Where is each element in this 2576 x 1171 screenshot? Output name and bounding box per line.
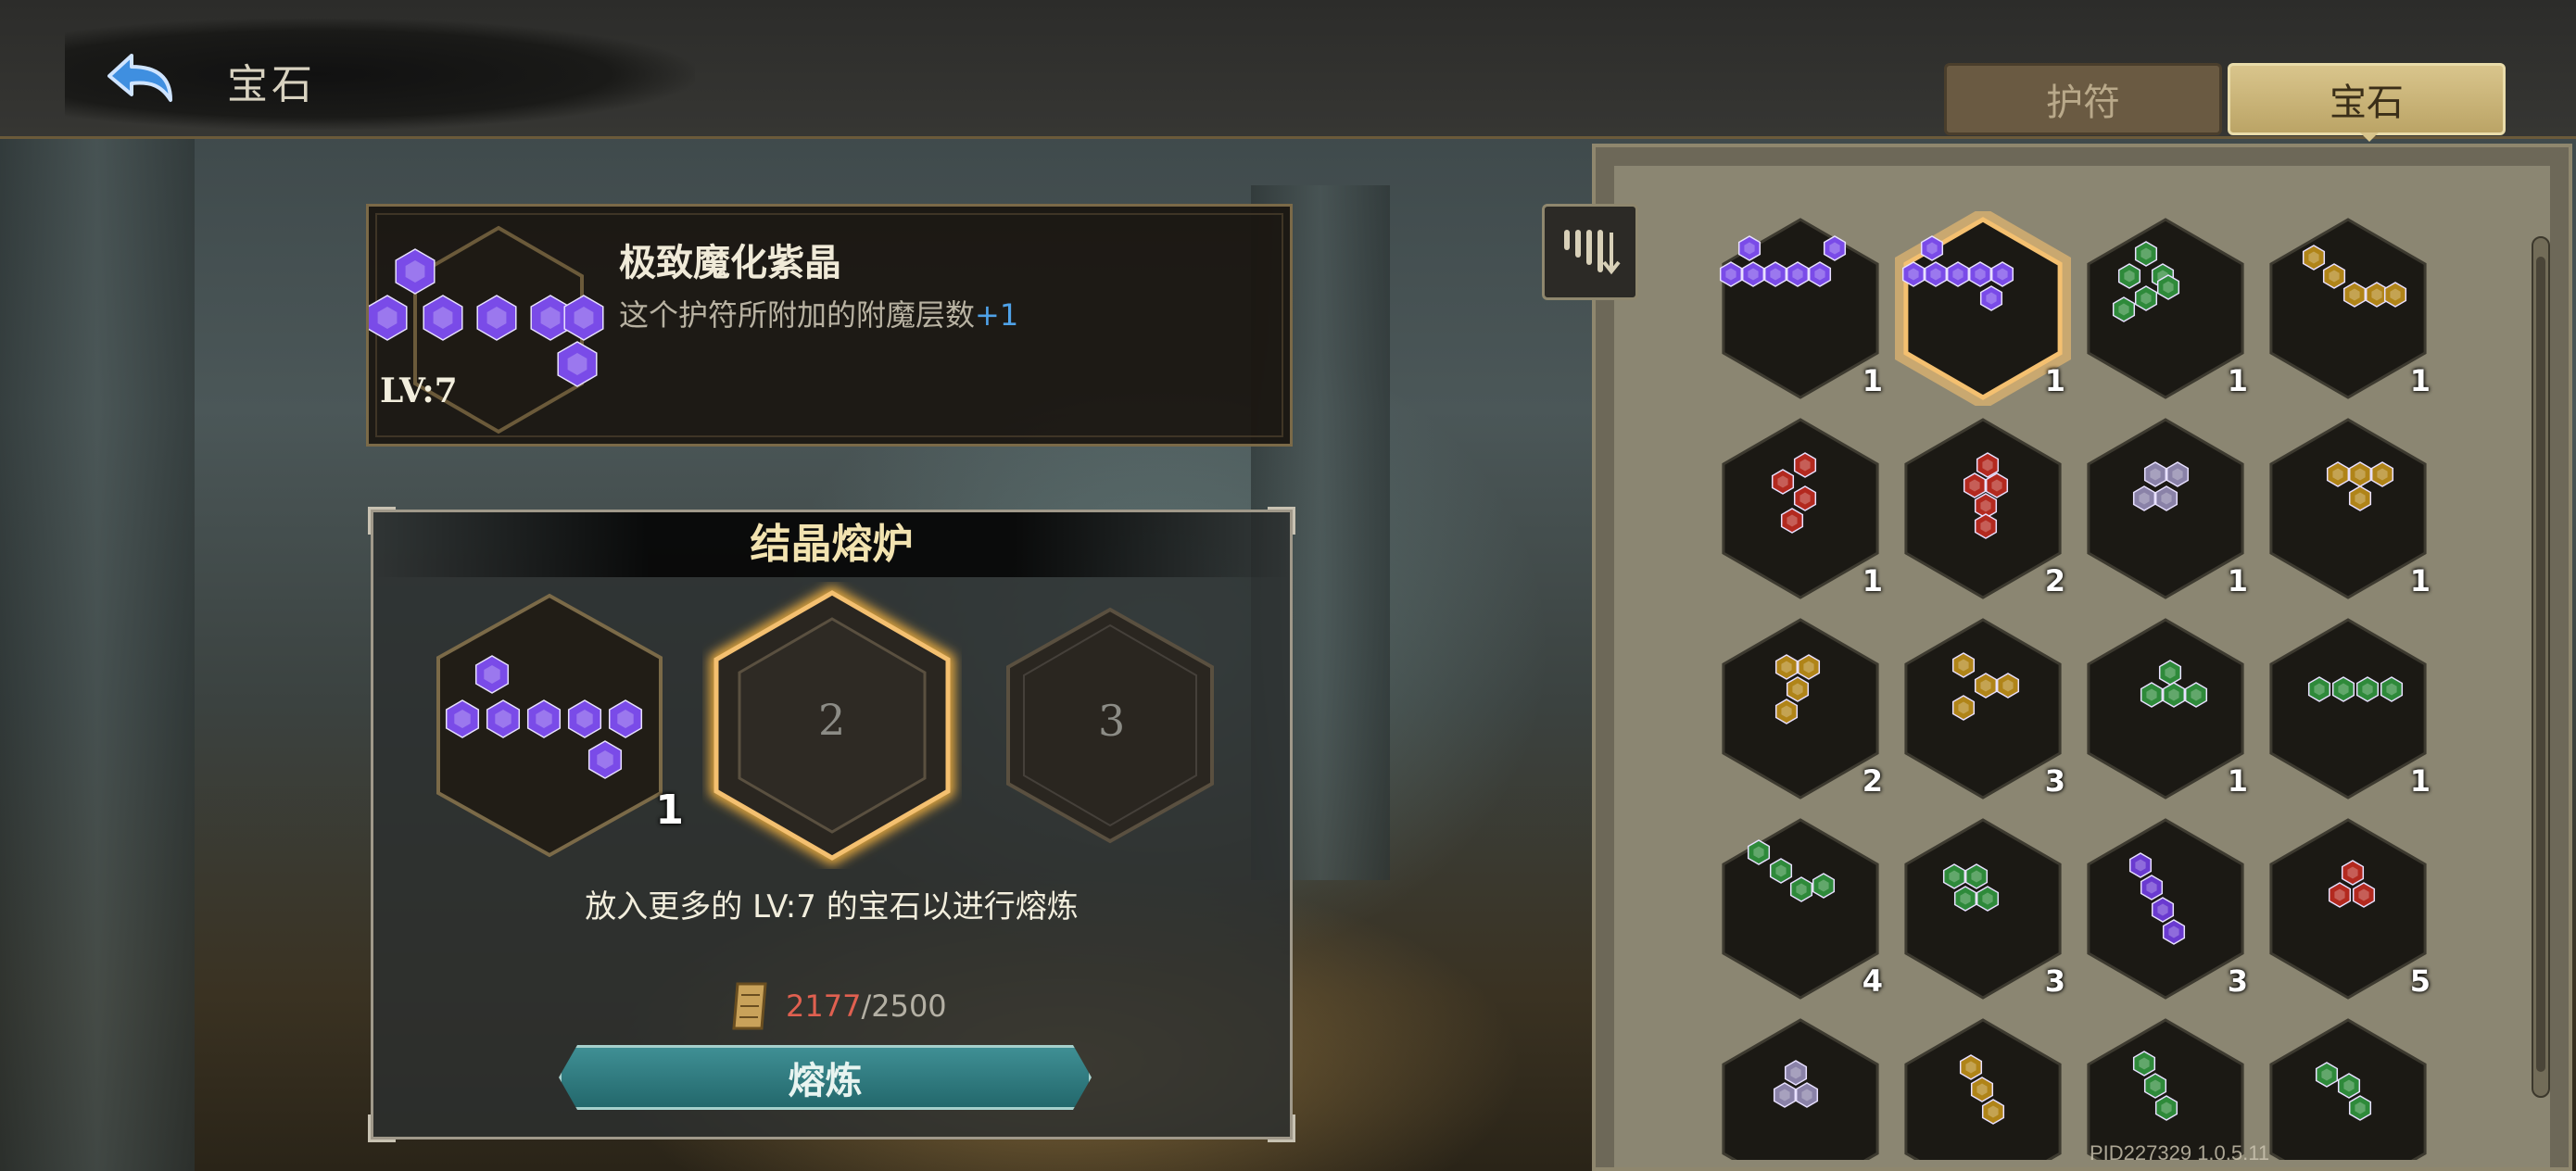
gem-count: 1	[1862, 363, 1883, 398]
gem-count: 1	[2227, 763, 2248, 799]
gem-count: 5	[2409, 963, 2431, 999]
gem-count: 3	[2227, 963, 2248, 999]
gem-count: 1	[2227, 363, 2248, 398]
back-button[interactable]	[97, 42, 190, 116]
smelt-cost: 2177/2500	[730, 980, 947, 1032]
build-id: PID227329 1.0.5.11	[2090, 1141, 2270, 1165]
gem-description: 这个护符所附加的附魔层数+1	[619, 292, 1018, 334]
corner-ornament	[1268, 1114, 1295, 1142]
gem-count: 1	[2409, 563, 2431, 598]
cost-current: 2177	[786, 988, 862, 1024]
inventory-gem-item[interactable]: 3	[2077, 812, 2254, 1006]
slot-number: 3	[1098, 696, 1126, 746]
gem-slot-frame	[2087, 218, 2244, 399]
inventory-gem-item[interactable]: 2	[1895, 411, 2071, 606]
cost-max: /2500	[861, 988, 947, 1024]
gem-slot-frame	[1904, 618, 2062, 800]
furnace-title: 结晶熔炉	[373, 512, 1290, 577]
furnace-slot-3[interactable]: 3	[1004, 605, 1217, 846]
gem-count: 3	[2044, 963, 2065, 999]
crystal-furnace-panel: 结晶熔炉 1 2 3 放入更多的 LV:7 的宝石以进行熔炼 2177/2500…	[368, 507, 1295, 1142]
gem-count: 1	[2227, 563, 2248, 598]
inventory-gem-item[interactable]: 1	[1712, 211, 1888, 406]
gem-count: 1	[1862, 563, 1883, 598]
gem-slot-frame	[1722, 818, 1879, 1000]
inventory-gem-item[interactable]: 1	[2077, 411, 2254, 606]
scrollbar-thumb[interactable]	[2536, 257, 2545, 1072]
inventory-gem-item[interactable]: 1	[2260, 411, 2436, 606]
page-title: 宝石	[227, 61, 316, 108]
gem-count: 2	[2044, 563, 2065, 598]
gem-level: LV:7	[380, 371, 458, 410]
inventory-gem-item[interactable]: 4	[1712, 812, 1888, 1006]
inventory-gem-item[interactable]: 1	[2077, 211, 2254, 406]
slot-gem-cluster	[445, 655, 643, 779]
inventory-gem-item[interactable]: 1	[2260, 611, 2436, 806]
inventory-gem-item[interactable]: 2	[1712, 611, 1888, 806]
inventory-gem-item[interactable]	[2077, 1012, 2254, 1160]
inventory-gem-item[interactable]: 3	[1895, 812, 2071, 1006]
gem-slot-frame	[2269, 218, 2427, 399]
gem-slot-frame	[2269, 618, 2427, 800]
inventory-gem-item[interactable]: 1	[2077, 611, 2254, 806]
furnace-hint: 放入更多的 LV:7 的宝石以进行熔炼	[585, 888, 1079, 925]
gem-hex-icon	[2087, 1018, 2244, 1160]
gem-info-card: LV:7 极致魔化紫晶 这个护符所附加的附魔层数+1	[366, 204, 1293, 447]
furnace-slot-2[interactable]: 2	[702, 582, 962, 869]
gem-slot-frame	[1722, 618, 1879, 800]
inventory-gem-item[interactable]: 5	[2260, 812, 2436, 1006]
tab-gem[interactable]: 宝石	[2228, 63, 2506, 142]
gem-count: 1	[2044, 363, 2065, 398]
gem-count: 1	[2409, 763, 2431, 799]
inventory-gem-item[interactable]: 1	[1894, 207, 2072, 410]
inventory-gem-item[interactable]: 1	[1712, 411, 1888, 606]
slot-number: 2	[818, 695, 846, 745]
gem-slot-frame	[2269, 418, 2427, 599]
back-arrow-icon	[107, 54, 172, 102]
gem-slot-frame	[1904, 818, 2062, 1000]
slot-count: 1	[655, 787, 684, 834]
sort-icon	[1564, 230, 1621, 275]
gem-slot-frame	[2087, 618, 2244, 800]
gem-slot-frame	[1722, 418, 1879, 599]
inventory-gem-item[interactable]: 1	[2260, 211, 2436, 406]
gem-count: 1	[2409, 363, 2431, 398]
inventory-gem-item[interactable]	[2260, 1012, 2436, 1160]
inventory-gem-item[interactable]	[1895, 1012, 2071, 1160]
inventory-scrollbar[interactable]	[2532, 236, 2550, 1098]
scroll-icon	[732, 982, 767, 1030]
smelt-button[interactable]: 熔炼	[559, 1045, 1092, 1110]
gem-hex-icon	[1904, 1018, 2062, 1160]
gem-count: 4	[1862, 963, 1883, 999]
gem-name: 极致魔化紫晶	[619, 242, 841, 284]
pillar-left	[0, 139, 195, 1171]
inventory-gem-item[interactable]	[1712, 1012, 1888, 1160]
gem-count: 3	[2044, 763, 2065, 799]
gem-bonus: +1	[975, 297, 1019, 333]
gem-hex-icon	[1722, 1018, 1879, 1160]
tab-amulet[interactable]: 护符	[1944, 63, 2222, 135]
corner-ornament	[368, 1114, 396, 1142]
gem-description-text: 这个护符所附加的附魔层数	[619, 297, 976, 333]
inventory-gem-item[interactable]: 3	[1895, 611, 2071, 806]
furnace-slot-1[interactable]: 1	[434, 591, 684, 860]
gem-slot-frame	[2269, 818, 2427, 1000]
sort-button[interactable]	[1542, 204, 1638, 300]
gem-hex-icon	[2269, 1018, 2427, 1160]
gem-count: 2	[1862, 763, 1883, 799]
